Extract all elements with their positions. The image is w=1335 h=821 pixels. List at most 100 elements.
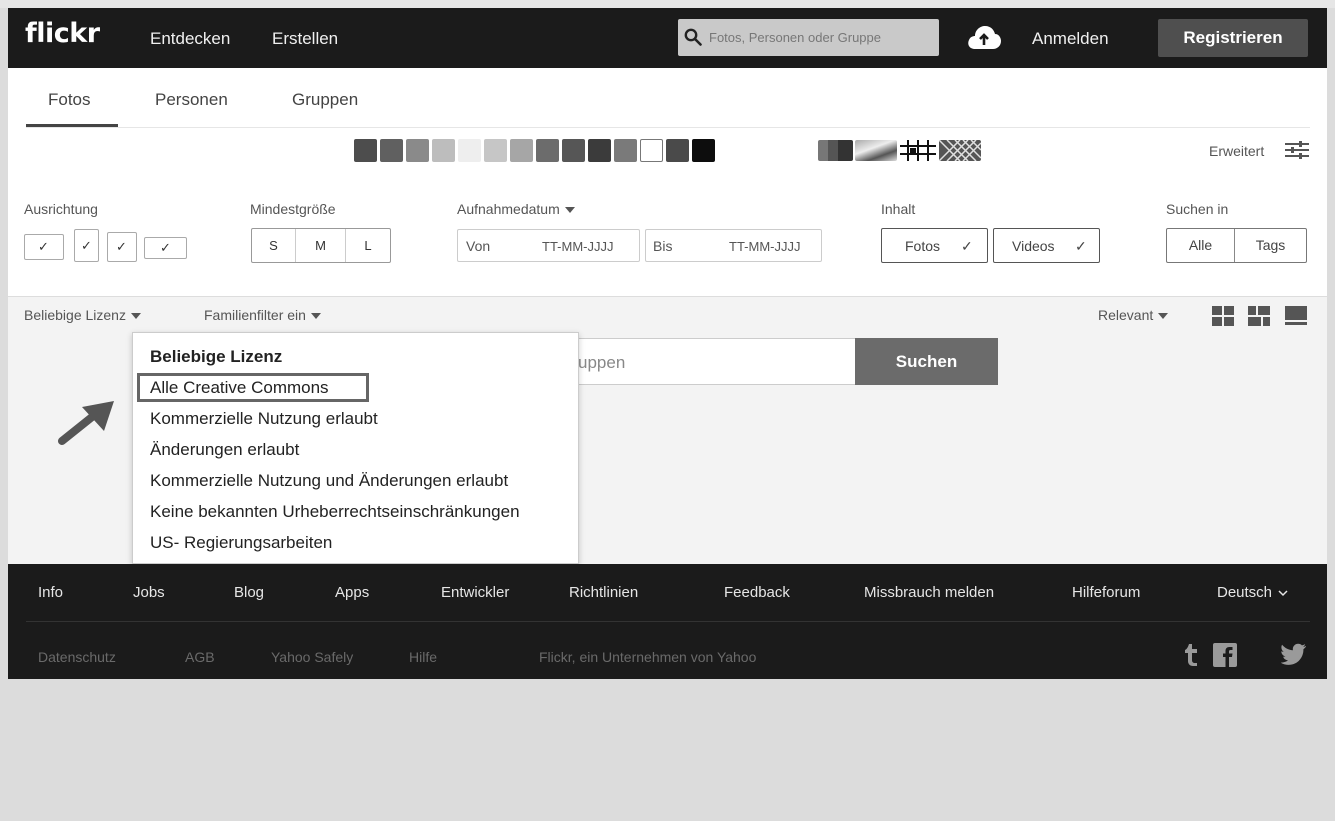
footer-link-guidelines[interactable]: Richtlinien [569, 584, 638, 601]
license-option-modifications[interactable]: Änderungen erlaubt [150, 440, 299, 460]
footer-link-terms[interactable]: AGB [185, 649, 215, 665]
color-swatch[interactable] [666, 139, 689, 162]
size-m-button[interactable]: M [296, 229, 346, 262]
grayscale-style-icon[interactable] [818, 140, 853, 161]
footer-link-developers[interactable]: Entwickler [441, 584, 509, 601]
color-swatch[interactable] [354, 139, 377, 162]
date-to-label: Bis [653, 238, 673, 254]
chevron-down-icon [1278, 590, 1288, 596]
size-selector: S M L [251, 228, 391, 263]
family-filter-label: Familienfilter ein [204, 307, 306, 323]
color-swatch[interactable] [614, 139, 637, 162]
language-label: Deutsch [1217, 584, 1273, 601]
nav-explore[interactable]: Entdecken [150, 29, 230, 49]
color-swatch[interactable] [432, 139, 455, 162]
minimalism-style-icon[interactable] [900, 140, 936, 161]
search-in-tags[interactable]: Tags [1235, 229, 1306, 262]
list-view-icon[interactable] [1285, 306, 1307, 326]
sliders-icon[interactable] [1285, 140, 1309, 160]
facebook-icon[interactable] [1213, 643, 1237, 667]
color-swatch[interactable] [562, 139, 585, 162]
check-icon: ✓ [1075, 238, 1087, 254]
caret-down-icon [564, 207, 575, 214]
check-icon: ✓ [116, 239, 127, 254]
search-icon [684, 28, 702, 46]
date-from-label: Von [466, 238, 491, 254]
license-option-no-copyright[interactable]: Keine bekannten Urheberrechtseinschränku… [150, 502, 520, 522]
footer-link-jobs[interactable]: Jobs [133, 584, 165, 601]
login-link[interactable]: Anmelden [1032, 29, 1109, 49]
family-filter-toggle[interactable]: Familienfilter ein [204, 307, 321, 323]
check-icon: ✓ [160, 240, 171, 255]
license-option-any[interactable]: Beliebige Lizenz [150, 347, 282, 367]
caret-down-icon [130, 313, 141, 320]
license-option-commercial[interactable]: Kommerzielle Nutzung erlaubt [150, 409, 378, 429]
size-s-button[interactable]: S [252, 229, 296, 262]
portrait-icon[interactable]: ✓ [74, 229, 99, 262]
license-option-commercial-modifications[interactable]: Kommerzielle Nutzung und Änderungen erla… [150, 471, 508, 491]
nav-create[interactable]: Erstellen [272, 29, 338, 49]
footer-link-info[interactable]: Info [38, 584, 63, 601]
footer-link-privacy[interactable]: Datenschutz [38, 649, 116, 665]
content-videos-toggle[interactable]: Videos ✓ [993, 228, 1100, 263]
pattern-style-icon[interactable] [938, 139, 982, 162]
twitter-icon[interactable] [1281, 643, 1307, 665]
search-in-selector: Alle Tags [1166, 228, 1307, 263]
tab-people[interactable]: Personen [155, 90, 228, 110]
main-search-input[interactable]: uppen [575, 338, 857, 385]
footer-link-feedback[interactable]: Feedback [724, 584, 790, 601]
square-icon[interactable]: ✓ [107, 232, 137, 262]
license-dropdown-toggle[interactable]: Beliebige Lizenz [24, 307, 141, 323]
footer-link-help[interactable]: Hilfe [409, 649, 437, 665]
color-swatch[interactable] [536, 139, 559, 162]
color-swatch[interactable] [406, 139, 429, 162]
footer-link-blog[interactable]: Blog [234, 584, 264, 601]
license-label: Beliebige Lizenz [24, 307, 126, 323]
date-from-input[interactable]: Von TT-MM-JJJJ [457, 229, 640, 262]
panorama-icon[interactable]: ✓ [144, 237, 187, 259]
footer-link-help-forum[interactable]: Hilfeforum [1072, 584, 1140, 601]
color-swatch[interactable] [484, 139, 507, 162]
size-l-button[interactable]: L [346, 229, 390, 262]
color-swatch[interactable] [588, 139, 611, 162]
color-swatch[interactable] [458, 139, 481, 162]
tumblr-icon[interactable] [1183, 643, 1199, 667]
check-icon: ✓ [81, 238, 92, 253]
content-videos-label: Videos [1012, 238, 1055, 254]
caret-down-icon [310, 313, 321, 320]
footer-divider [26, 621, 1310, 622]
landscape-icon[interactable]: ✓ [24, 234, 64, 260]
check-icon: ✓ [38, 239, 49, 254]
justified-view-icon[interactable] [1248, 306, 1270, 326]
date-label[interactable]: Aufnahmedatum [457, 201, 575, 217]
register-button[interactable]: Registrieren [1158, 19, 1308, 57]
color-swatch[interactable] [640, 139, 663, 162]
date-to-input[interactable]: Bis TT-MM-JJJJ [645, 229, 822, 262]
content-photos-toggle[interactable]: Fotos ✓ [881, 228, 988, 263]
language-selector[interactable]: Deutsch [1217, 584, 1288, 601]
color-swatch[interactable] [692, 139, 715, 162]
highlight-box [137, 373, 369, 402]
top-navbar: flickr Entdecken Erstellen Fotos, Person… [8, 8, 1327, 68]
grid-view-icon[interactable] [1212, 306, 1234, 326]
license-option-us-government[interactable]: US- Regierungsarbeiten [150, 533, 332, 553]
flickr-logo[interactable]: flickr [25, 18, 100, 49]
upload-cloud-icon[interactable] [966, 23, 1002, 51]
header-search-input[interactable]: Fotos, Personen oder Gruppe [678, 19, 939, 56]
footer-link-yahoo-safely[interactable]: Yahoo Safely [271, 649, 353, 665]
date-label-text: Aufnahmedatum [457, 201, 560, 217]
advanced-link[interactable]: Erweitert [1209, 143, 1264, 159]
tab-photos[interactable]: Fotos [48, 90, 91, 110]
tab-groups[interactable]: Gruppen [292, 90, 358, 110]
shallow-depth-style-icon[interactable] [855, 140, 897, 161]
color-swatch[interactable] [380, 139, 403, 162]
footer-link-report-abuse[interactable]: Missbrauch melden [864, 584, 994, 601]
content-photos-label: Fotos [905, 238, 941, 254]
license-dropdown-menu: Beliebige Lizenz Alle Creative Commons K… [132, 332, 579, 564]
color-swatch[interactable] [510, 139, 533, 162]
search-button[interactable]: Suchen [855, 338, 998, 385]
footer-link-apps[interactable]: Apps [335, 584, 369, 601]
search-in-all[interactable]: Alle [1167, 229, 1235, 262]
orientation-label: Ausrichtung [24, 201, 98, 217]
sort-dropdown[interactable]: Relevant [1098, 307, 1169, 323]
